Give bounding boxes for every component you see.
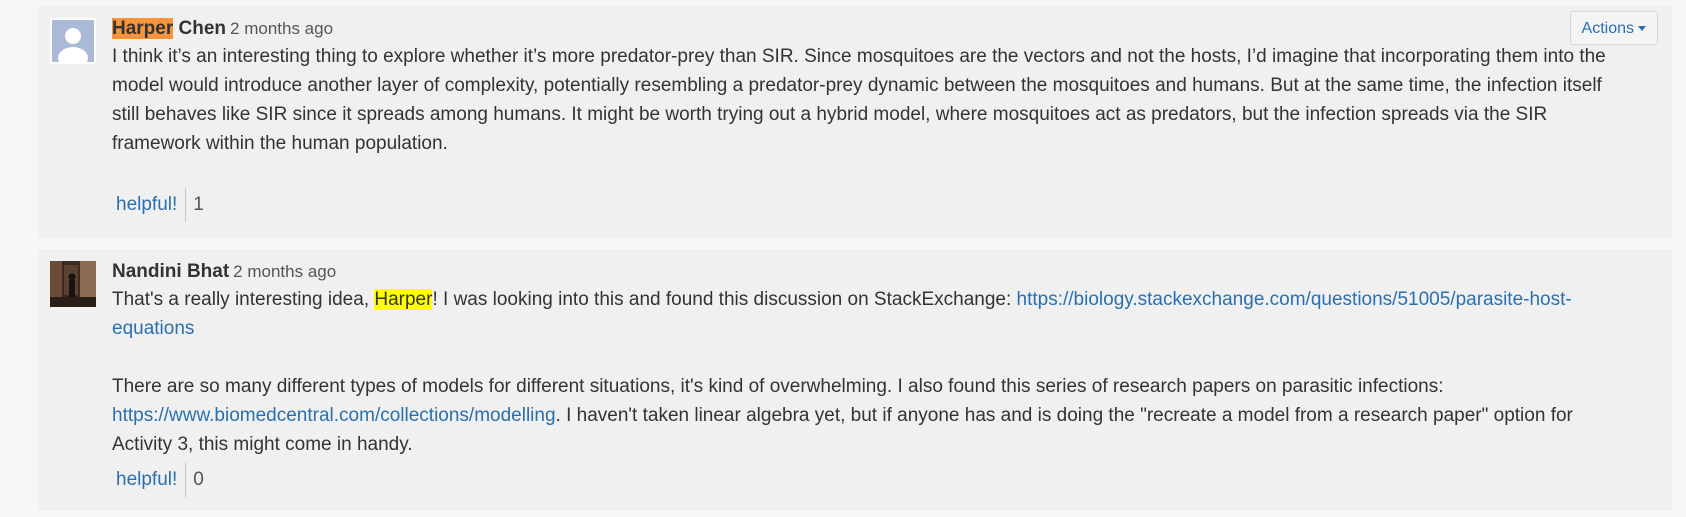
comment: Nandini Bhat 2 months ago That's a really… (38, 249, 1672, 511)
helpful-count: 1 (193, 194, 204, 215)
comment-text-paragraph-2: There are so many different types of mod… (112, 372, 1632, 459)
biomedcentral-link[interactable]: https://www.biomedcentral.com/collection… (112, 405, 556, 426)
comment-thread: Harper Chen 2 months ago I think it’s an … (0, 0, 1686, 517)
actions-label: Actions (1581, 20, 1634, 37)
comment-header: Nandini Bhat 2 months ago (112, 259, 1632, 285)
search-highlight: Harper (112, 18, 174, 39)
user-avatar[interactable] (50, 261, 96, 307)
user-avatar[interactable] (50, 18, 96, 64)
comment-text-paragraph-1: That's a really interesting idea, Harper… (112, 285, 1632, 343)
author-name[interactable]: Harper Chen (112, 18, 226, 39)
text-segment: There are so many different types of mod… (112, 376, 1444, 397)
actions-dropdown-button[interactable]: Actions (1569, 11, 1658, 45)
helpful-button[interactable]: helpful! (112, 463, 185, 497)
helpful-count: 0 (193, 469, 204, 490)
timestamp: 2 months ago (230, 19, 334, 38)
comment-body: Harper Chen 2 months ago I think it’s an … (112, 16, 1632, 158)
helpful-control: helpful! 1 (112, 188, 204, 222)
search-highlight: Harper (374, 289, 433, 310)
chevron-down-icon (1638, 26, 1646, 32)
comment-header: Harper Chen 2 months ago (112, 16, 1632, 42)
text-segment: That's a really interesting idea, (112, 289, 375, 310)
author-name-rest: Chen (173, 18, 227, 39)
comment-text: I think it’s an interesting thing to exp… (112, 46, 1606, 154)
comment-body: Nandini Bhat 2 months ago That's a really… (112, 259, 1632, 459)
author-name[interactable]: Nandini Bhat (112, 261, 229, 282)
helpful-control: helpful! 0 (112, 463, 204, 497)
default-user-icon (52, 20, 94, 62)
helpful-button[interactable]: helpful! (112, 188, 185, 222)
user-photo-icon (50, 261, 96, 307)
text-segment: ! I was looking into this and found this… (432, 289, 1017, 310)
timestamp: 2 months ago (233, 262, 337, 281)
comment: Harper Chen 2 months ago I think it’s an … (38, 6, 1672, 238)
